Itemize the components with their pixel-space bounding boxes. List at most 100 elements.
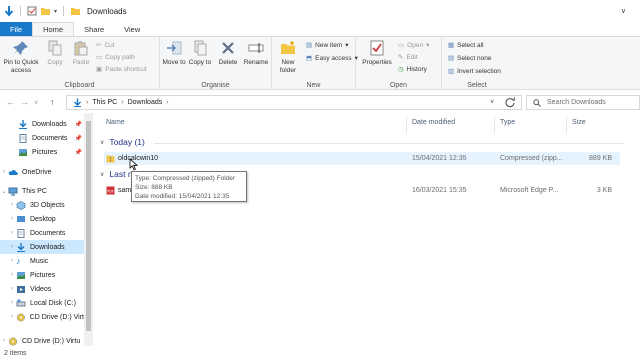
nav-item-onedrive[interactable]: › OneDrive [0, 165, 84, 179]
open-button[interactable]: ▭ Open ▾ [398, 41, 429, 50]
expand-chevron-icon[interactable]: › [8, 230, 16, 236]
collapse-chevron-icon[interactable]: ⌄ [0, 188, 8, 195]
easy-access-button[interactable]: ⬒ Easy access ▾ [306, 54, 358, 63]
expand-chevron-icon[interactable]: › [0, 338, 8, 344]
new-group-label: New [306, 82, 321, 89]
nav-item-videos[interactable]: › Videos [0, 282, 84, 296]
nav-item-local-disk[interactable]: › Local Disk (C:) [0, 296, 84, 310]
expand-chevron-icon[interactable]: › [8, 314, 16, 320]
properties-check-icon[interactable] [27, 6, 37, 16]
copy-to-button[interactable]: Copy to [188, 40, 212, 67]
invert-selection-label: Invert selection [457, 67, 501, 75]
address-box[interactable]: › This PC › Downloads › [66, 95, 522, 110]
column-divider[interactable] [494, 117, 495, 133]
tooltip-type: Type: Compressed (zipped) Folder [135, 175, 236, 182]
copy-to-icon [194, 40, 207, 56]
nav-item-documents[interactable]: › Documents [0, 226, 84, 240]
collapse-chevron-icon[interactable]: ∨ [100, 139, 104, 146]
recent-locations-chevron-icon[interactable]: ∨ [34, 99, 38, 106]
paste-label: Paste [72, 59, 90, 66]
expand-ribbon-chevron-icon[interactable]: ∨ [621, 7, 626, 15]
new-folder-button[interactable]: New folder [274, 40, 302, 75]
delete-button[interactable]: Delete [216, 40, 240, 67]
file-list: Name Date modified Type Size ∨ Today (1)… [96, 113, 640, 346]
new-item-button[interactable]: ▤ New item ▾ [306, 41, 349, 50]
pictures-icon [17, 271, 25, 279]
cut-button[interactable]: ✂ Cut [96, 41, 115, 50]
nav-label: Videos [30, 285, 52, 293]
expand-chevron-icon[interactable]: › [8, 258, 16, 264]
paste-shortcut-button[interactable]: ▣ Paste shortcut [96, 65, 147, 74]
expand-chevron-icon[interactable]: › [8, 244, 16, 250]
column-header-size[interactable]: Size [572, 119, 586, 126]
move-to-button[interactable]: Move to [162, 40, 186, 67]
column-header-type[interactable]: Type [500, 119, 515, 126]
nav-item-downloads[interactable]: › Downloads [0, 240, 84, 254]
address-dropdown-chevron-icon[interactable]: ∨ [490, 98, 494, 105]
videos-icon [17, 285, 25, 293]
column-divider[interactable] [406, 117, 407, 133]
file-type: Compressed (zipp... [500, 155, 563, 162]
paste-button[interactable]: Paste [70, 40, 92, 67]
expand-chevron-icon[interactable]: › [8, 286, 16, 292]
tab-home[interactable]: Home [32, 22, 75, 36]
expand-chevron-icon[interactable]: › [8, 272, 16, 278]
nav-item-music[interactable]: › ♪ Music [0, 254, 84, 268]
rename-button[interactable]: Rename [242, 40, 270, 67]
group-header-today[interactable]: ∨ Today (1) [100, 137, 145, 147]
select-none-button[interactable]: ▤ Select none [448, 54, 492, 63]
file-size: 3 KB [596, 187, 612, 194]
breadcrumb-downloads[interactable]: Downloads [128, 99, 163, 106]
nav-item-quick-pictures[interactable]: Pictures 📌 [0, 145, 84, 159]
expand-chevron-icon[interactable]: › [8, 216, 16, 222]
music-note-icon: ♪ [16, 255, 21, 266]
expand-chevron-icon[interactable]: › [8, 300, 16, 306]
collapse-chevron-icon[interactable]: ∨ [100, 171, 104, 178]
properties-button[interactable]: Properties [360, 40, 394, 67]
invert-selection-button[interactable]: ▥ Invert selection [448, 67, 501, 76]
nav-item-quick-downloads[interactable]: Downloads 📌 [0, 117, 84, 131]
rename-label: Rename [243, 59, 269, 66]
nav-item-pictures[interactable]: › Pictures [0, 268, 84, 282]
pin-quick-access-button[interactable]: Pin to Quick access [2, 40, 40, 75]
group-label: Today (1) [109, 137, 145, 147]
nav-item-quick-documents[interactable]: Documents 📌 [0, 131, 84, 145]
back-arrow-icon[interactable]: ← [6, 97, 15, 107]
history-button[interactable]: ◷ History [398, 65, 427, 74]
file-row[interactable]: oldcalcwin10 15/04/2021 12:35 Compressed… [104, 152, 620, 165]
expand-chevron-icon[interactable]: › [0, 169, 8, 175]
nav-item-3d-objects[interactable]: › 3D Objects [0, 198, 84, 212]
nav-item-cd-drive[interactable]: › CD Drive (D:) Virt [0, 310, 84, 324]
copy-path-label: Copy path [105, 53, 135, 61]
tab-view[interactable]: View [114, 22, 150, 36]
copy-path-button[interactable]: ▭ Copy path [96, 53, 135, 62]
scissors-icon: ✂ [96, 42, 102, 49]
nav-item-cd-drive-root[interactable]: › CD Drive (D:) Virtu [0, 334, 84, 346]
column-header-name[interactable]: Name [106, 119, 125, 126]
svg-text:PDF: PDF [107, 189, 114, 193]
copy-icon [48, 40, 62, 56]
search-box[interactable]: Search Downloads [526, 95, 640, 110]
nav-item-this-pc[interactable]: ⌄ This PC [0, 184, 84, 198]
customize-qa-chevron-icon[interactable]: ▾ [54, 8, 57, 15]
tab-share[interactable]: Share [74, 22, 114, 36]
cd-drive-icon [8, 336, 18, 346]
expand-chevron-icon[interactable]: › [8, 202, 16, 208]
nav-scrollbar-thumb[interactable] [86, 121, 91, 331]
nav-item-desktop[interactable]: › Desktop [0, 212, 84, 226]
forward-arrow-icon[interactable]: → [20, 97, 29, 107]
new-folder-icon[interactable] [40, 6, 51, 16]
column-divider[interactable] [566, 117, 567, 133]
breadcrumb-this-pc[interactable]: This PC [92, 99, 117, 106]
copy-button[interactable]: Copy [44, 40, 66, 67]
refresh-icon[interactable] [502, 96, 518, 109]
column-header-date[interactable]: Date modified [412, 119, 455, 126]
tooltip-size: Size: 888 KB [135, 184, 173, 191]
up-arrow-icon[interactable]: ↑ [50, 97, 55, 107]
documents-icon [17, 228, 25, 238]
new-item-label: New item [315, 41, 343, 49]
select-all-button[interactable]: ▦ Select all [448, 41, 484, 50]
nav-scrollbar[interactable] [84, 113, 93, 346]
edit-button[interactable]: ✎ Edit [398, 53, 418, 62]
tab-file[interactable]: File [0, 22, 33, 36]
